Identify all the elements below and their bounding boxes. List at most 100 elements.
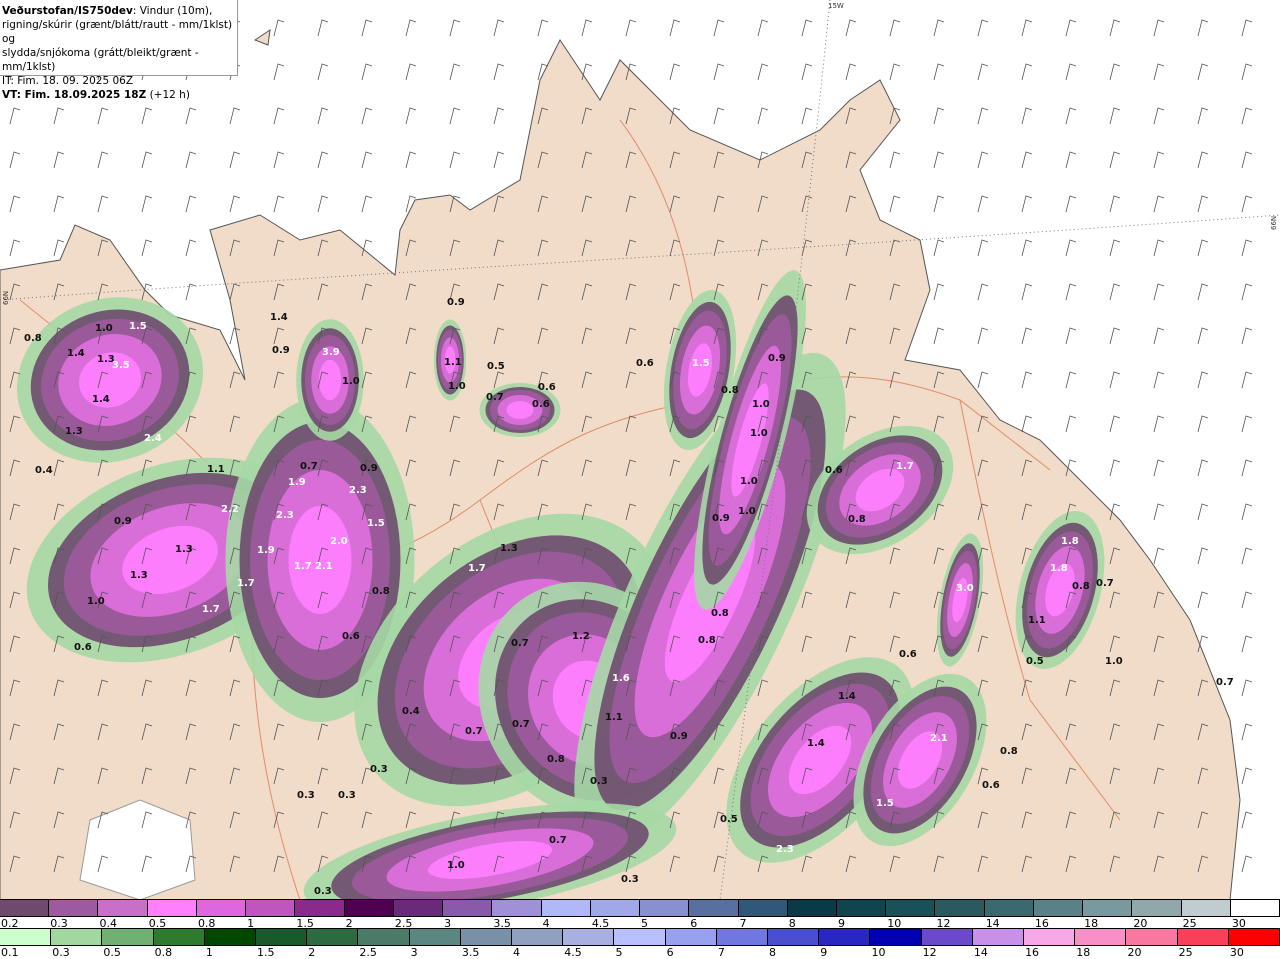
wind-barb	[1241, 503, 1253, 521]
legend-label: 0.5	[103, 946, 121, 959]
legend-label: 25	[1178, 946, 1193, 959]
wind-barb	[1065, 283, 1077, 301]
precip-contour	[288, 506, 352, 614]
wind-barb	[1021, 415, 1033, 433]
legend-swatch	[256, 929, 308, 945]
precip-value-label: 2.0	[330, 536, 348, 547]
wind-barb	[977, 63, 989, 81]
precip-value-label: 1.1	[1028, 615, 1046, 626]
wind-barb	[713, 63, 725, 81]
precip-value-label: 0.7	[465, 726, 483, 737]
precip-value-label: 0.5	[1026, 656, 1044, 667]
precip-value-label: 0.3	[590, 776, 608, 787]
legend-swatch	[935, 900, 985, 916]
wind-barb	[1197, 327, 1209, 345]
legend-label: 12	[922, 946, 937, 959]
wind-barb	[493, 151, 505, 169]
legend-swatch	[1132, 900, 1182, 916]
wind-barb	[889, 195, 901, 213]
precip-value-label: 1.0	[447, 860, 465, 871]
wind-barb	[977, 19, 989, 37]
wind-barb	[1065, 415, 1077, 433]
legend-swatch	[563, 929, 615, 945]
wind-barb	[1241, 283, 1253, 301]
precip-value-label: 0.7	[549, 835, 567, 846]
wind-barb	[1153, 63, 1165, 81]
precip-value-label: 1.5	[367, 518, 385, 529]
brand-title: Veðurstofan/IS750dev	[2, 5, 133, 17]
legend-swatch	[738, 900, 788, 916]
wind-barb	[1241, 679, 1253, 697]
wind-barb	[361, 63, 373, 81]
wind-barb	[933, 107, 945, 125]
precip-value-label: 0.7	[511, 638, 529, 649]
precip-value-label: 0.8	[24, 333, 42, 344]
precip-value-label: 0.3	[370, 764, 388, 775]
wind-barb	[1241, 63, 1253, 81]
wind-barb	[1197, 371, 1209, 389]
precip-value-label: 0.9	[360, 463, 378, 474]
legend-swatch	[921, 929, 973, 945]
wind-barb	[1153, 503, 1165, 521]
wind-barb	[185, 239, 197, 257]
legend-swatch	[689, 900, 739, 916]
wind-barb	[97, 195, 109, 213]
wind-barb	[361, 151, 373, 169]
precip-value-label: 0.3	[338, 790, 356, 801]
wind-barb	[273, 151, 285, 169]
wind-barb	[1153, 283, 1165, 301]
wind-barb	[1197, 283, 1209, 301]
precip-value-label: 1.5	[876, 798, 894, 809]
precip-value-label: 0.6	[982, 780, 1000, 791]
wind-barb	[977, 327, 989, 345]
precip-value-label: 3.0	[956, 583, 974, 594]
precip-value-label: 1.7	[896, 461, 914, 472]
legend-label: 20	[1127, 946, 1142, 959]
wind-barb	[1021, 151, 1033, 169]
legend-swatch	[787, 900, 837, 916]
wind-barb	[97, 107, 109, 125]
legend-swatch	[541, 900, 591, 916]
wind-barb	[1021, 283, 1033, 301]
wind-barb	[229, 107, 241, 125]
legend-swatch	[614, 929, 666, 945]
wind-barb	[1109, 415, 1121, 433]
wind-barb	[977, 371, 989, 389]
legend-swatch	[1033, 900, 1084, 916]
precip-value-label: 1.3	[65, 426, 83, 437]
wind-barb	[229, 151, 241, 169]
legend-swatch	[972, 929, 1025, 945]
precip-value-label: 0.3	[621, 874, 639, 885]
precip-value-label: 1.2	[572, 631, 590, 642]
initial-time: IT: Fim. 18. 09. 2025 06Z	[2, 75, 134, 87]
precip-value-label: 1.0	[752, 399, 770, 410]
legend-swatch	[196, 900, 247, 916]
wind-barb	[361, 195, 373, 213]
precip-value-label: 1.0	[738, 506, 756, 517]
wind-barb	[317, 63, 329, 81]
wind-barb	[1197, 547, 1209, 565]
legend-swatch	[819, 929, 871, 945]
wind-barb	[1021, 63, 1033, 81]
legend-swatch	[147, 900, 197, 916]
wind-barb	[801, 107, 813, 125]
precip-value-label: 0.5	[720, 814, 738, 825]
wind-barb	[1021, 371, 1033, 389]
precip-value-label: 1.0	[87, 596, 105, 607]
grid-label-lat-right: 66N	[1270, 216, 1278, 230]
wind-barb	[1153, 547, 1165, 565]
wind-barb	[449, 19, 461, 37]
wind-barb	[1197, 415, 1209, 433]
precip-value-label: 0.8	[721, 385, 739, 396]
wind-barb	[9, 107, 21, 125]
legend-swatch	[307, 929, 359, 945]
wind-barb	[1197, 63, 1209, 81]
precip-value-label: 1.3	[500, 543, 518, 554]
wind-barb	[449, 151, 461, 169]
grid-label-lat-left: 66N	[2, 291, 10, 305]
wind-barb	[1241, 811, 1253, 829]
legend-swatch	[460, 929, 513, 945]
wind-barb	[977, 283, 989, 301]
wind-barb	[1109, 19, 1121, 37]
wind-barb	[845, 63, 857, 81]
